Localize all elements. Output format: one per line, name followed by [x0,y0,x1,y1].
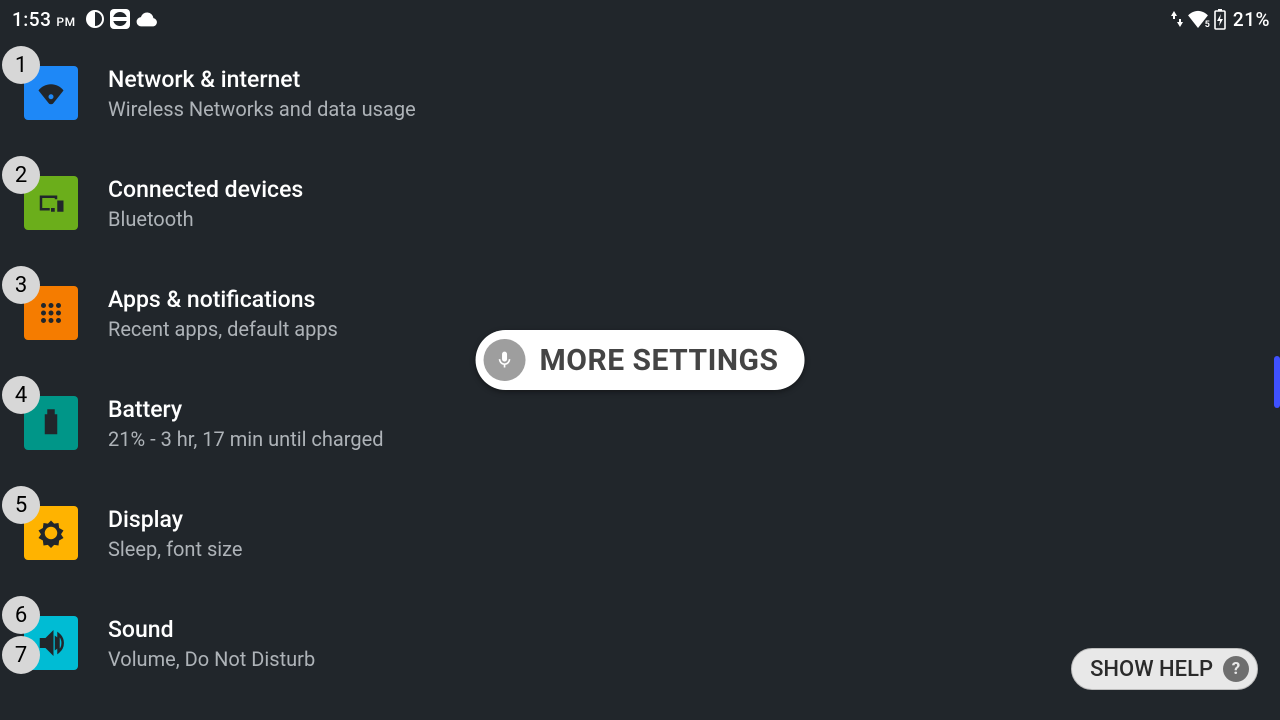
status-time: 1:53 [12,8,51,31]
settings-item-title: Display [108,506,243,533]
scrollbar-thumb[interactable] [1274,356,1280,408]
settings-item-subtitle: Sleep, font size [108,537,243,561]
settings-item-connected-devices[interactable]: 2 Connected devices Bluetooth [0,148,1280,258]
settings-item-subtitle: Recent apps, default apps [108,317,338,341]
status-ampm: PM [56,15,75,29]
number-badge: 1 [2,46,40,84]
contrast-icon [86,10,104,28]
settings-item-subtitle: Volume, Do Not Disturb [108,647,315,671]
wifi-band-label: 5 [1204,20,1211,30]
status-bar: 1:53 PM 5 21% [0,0,1280,38]
battery-percent: 21% [1233,8,1270,31]
status-right: 5 21% [1171,8,1270,31]
help-icon: ? [1223,656,1249,682]
number-badge: 5 [2,486,40,524]
settings-item-title: Battery [108,396,384,423]
number-badge: 2 [2,156,40,194]
voice-command-text: MORE SETTINGS [540,343,779,378]
settings-item-title: Apps & notifications [108,286,338,313]
wifi-icon: 5 [1187,10,1209,28]
number-badge: 3 [2,266,40,304]
settings-item-subtitle: Bluetooth [108,207,303,231]
settings-item-network[interactable]: 1 Network & internet Wireless Networks a… [0,38,1280,148]
settings-item-title: Network & internet [108,66,416,93]
number-badge: 6 [2,596,40,634]
battery-charging-icon [1213,8,1227,30]
settings-item-subtitle: Wireless Networks and data usage [108,97,416,121]
settings-item-title: Connected devices [108,176,303,203]
number-badge-extra: 7 [2,636,40,674]
settings-item-display[interactable]: 5 Display Sleep, font size [0,478,1280,588]
status-time-group: 1:53 PM [12,8,76,31]
settings-item-title: Sound [108,616,315,643]
voice-command-toast: MORE SETTINGS [476,330,805,390]
show-help-label: SHOW HELP [1090,657,1213,682]
microphone-icon [484,339,526,381]
remote-control-icon [110,9,130,29]
show-help-button[interactable]: SHOW HELP ? [1071,648,1258,690]
status-left-icons [86,9,158,29]
settings-item-subtitle: 21% - 3 hr, 17 min until charged [108,427,384,451]
number-badge: 4 [2,376,40,414]
data-arrows-icon [1171,11,1183,27]
cloud-icon [136,11,158,27]
